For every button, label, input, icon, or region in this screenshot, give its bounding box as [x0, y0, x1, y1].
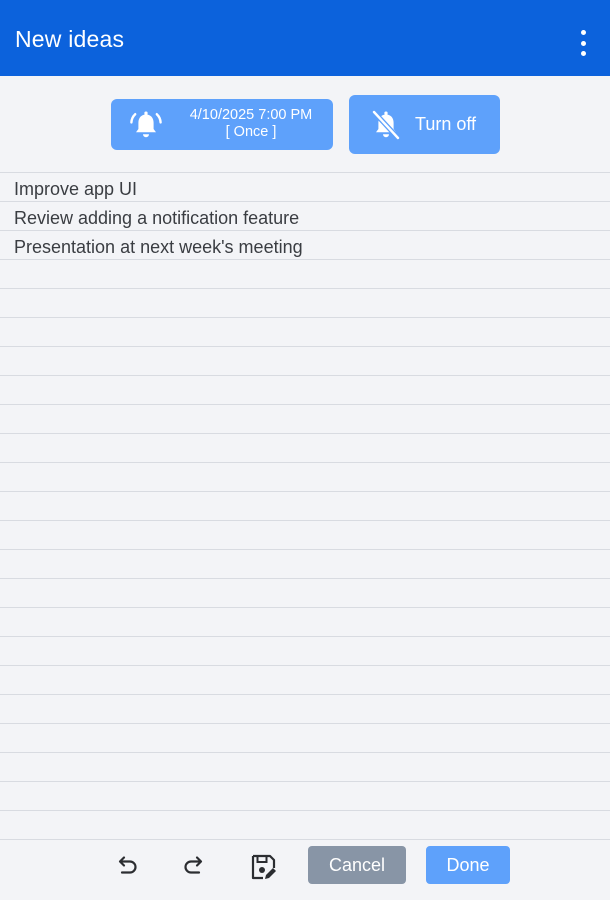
turn-off-reminder-button[interactable]: Turn off — [349, 95, 500, 154]
reminder-datetime: 4/10/2025 7:00 PM — [189, 107, 313, 123]
menu-dot — [580, 40, 586, 46]
reminder-text: 4/10/2025 7:00 PM [ Once ] — [177, 107, 325, 141]
note-lines: Improve app UI Review adding a notificat… — [14, 175, 600, 262]
page-title: New ideas — [15, 26, 125, 52]
undo-icon[interactable] — [111, 852, 141, 882]
note-line: Improve app UI — [14, 179, 138, 199]
app-header: New ideas — [0, 0, 610, 76]
turn-off-label: Turn off — [415, 114, 477, 134]
reminder-time-button[interactable]: 4/10/2025 7:00 PM [ Once ] — [111, 99, 333, 150]
more-vertical-icon[interactable] — [578, 30, 588, 56]
save-edit-icon[interactable] — [249, 852, 279, 882]
bottom-toolbar: Cancel Done — [0, 840, 610, 900]
cancel-button[interactable]: Cancel — [308, 846, 406, 884]
note-line: Review adding a notification feature — [14, 208, 300, 228]
done-button[interactable]: Done — [426, 846, 510, 884]
redo-icon[interactable] — [180, 852, 210, 882]
note-editor-screen: New ideas 4/10/2025 7:00 PM [ Once ] Tur… — [0, 0, 610, 900]
bell-off-icon — [371, 109, 401, 141]
menu-dot — [580, 30, 586, 35]
note-text-area[interactable]: Improve app UI Review adding a notificat… — [0, 172, 610, 840]
alarm-bell-icon — [130, 111, 162, 138]
note-line: Presentation at next week's meeting — [14, 237, 303, 257]
reminder-repeat: [ Once ] — [225, 124, 277, 140]
menu-dot — [580, 51, 586, 56]
reminder-bar: 4/10/2025 7:00 PM [ Once ] Turn off — [0, 76, 610, 172]
